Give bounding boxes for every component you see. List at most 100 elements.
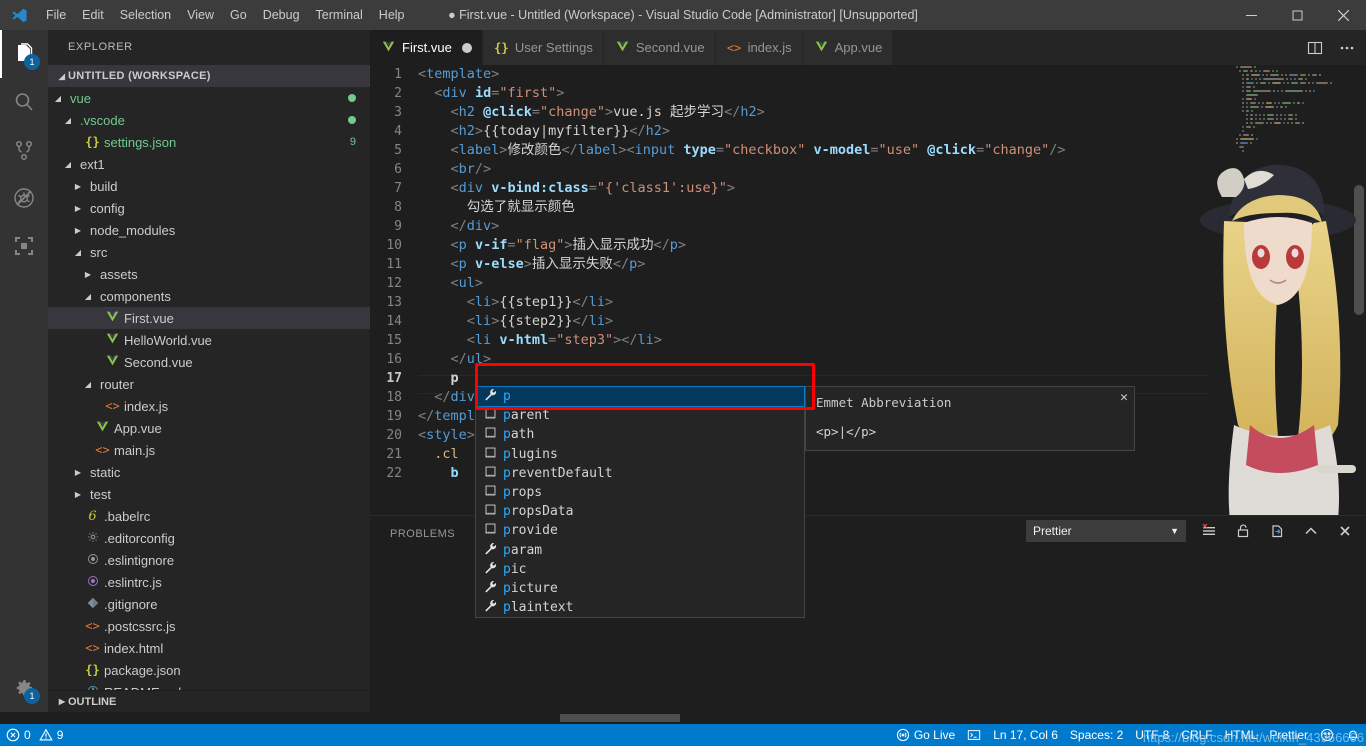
status-go-live[interactable]: Go Live [890, 724, 961, 746]
chevron-down-icon[interactable]: ◢ [62, 160, 74, 169]
scrollbar-thumb[interactable] [1354, 185, 1364, 315]
tree-item-config[interactable]: ▶ config [48, 197, 370, 219]
tree-item-vscode[interactable]: ◢ .vscode [48, 109, 370, 131]
horizontal-scrollbar-thumb[interactable] [560, 714, 680, 722]
chevron-down-icon[interactable]: ◢ [52, 94, 64, 103]
chevron-right-icon[interactable]: ▶ [72, 468, 84, 477]
lock-scroll-icon[interactable] [1232, 520, 1254, 542]
suggestion-item-props[interactable]: props [476, 483, 804, 502]
suggestion-item-param[interactable]: param [476, 541, 804, 560]
tree-item-build[interactable]: ▶ build [48, 175, 370, 197]
tree-item-package-json[interactable]: {} package.json [48, 659, 370, 681]
minimize-button[interactable] [1228, 0, 1274, 30]
tree-item-gitignore[interactable]: .gitignore [48, 593, 370, 615]
chevron-right-icon[interactable]: ▶ [72, 204, 84, 213]
editor-scrollbar[interactable] [1352, 65, 1366, 515]
suggestion-item-plugins[interactable]: plugins [476, 445, 804, 464]
tab-user-settings[interactable]: {} User Settings [482, 30, 604, 65]
suggestion-item-picture[interactable]: picture [476, 579, 804, 598]
activity-extensions[interactable] [0, 222, 48, 270]
activity-manage-settings[interactable]: 1 [0, 664, 48, 712]
tree-item-node-modules[interactable]: ▶ node_modules [48, 219, 370, 241]
chevron-down-icon[interactable]: ◢ [62, 116, 74, 125]
activity-debug[interactable] [0, 174, 48, 222]
tree-item-test[interactable]: ▶ test [48, 483, 370, 505]
menu-debug[interactable]: Debug [255, 0, 308, 30]
status-formatter[interactable]: Prettier [1263, 724, 1314, 746]
panel-tab-problems[interactable]: PROBLEMS [390, 528, 455, 540]
tree-item-assets[interactable]: ▶ assets [48, 263, 370, 285]
activity-source-control[interactable] [0, 126, 48, 174]
tab-dirty-indicator[interactable] [461, 42, 472, 53]
status-cursor-position[interactable]: Ln 17, Col 6 [987, 724, 1064, 746]
suggestion-item-pic[interactable]: pic [476, 560, 804, 579]
suggestion-item-p[interactable]: p [475, 385, 805, 408]
tree-item-helloworld-vue[interactable]: HelloWorld.vue [48, 329, 370, 351]
suggestion-item-preventdefault[interactable]: preventDefault [476, 464, 804, 483]
tree-item-index-html[interactable]: <> index.html [48, 637, 370, 659]
workspace-header[interactable]: ◢ UNTITLED (WORKSPACE) [48, 65, 370, 87]
close-icon[interactable]: ✕ [1120, 390, 1128, 405]
chevron-right-icon[interactable]: ▶ [72, 490, 84, 499]
menu-view[interactable]: View [179, 0, 222, 30]
suggestion-widget[interactable]: p parent path plugins preventDefault props pro… [475, 385, 805, 619]
status-problems[interactable]: 0 9 [0, 724, 69, 746]
tree-item-vue[interactable]: ◢ vue [48, 87, 370, 109]
chevron-right-icon[interactable]: ▶ [82, 270, 94, 279]
tree-item-ext1[interactable]: ◢ ext1 [48, 153, 370, 175]
chevron-right-icon[interactable]: ▶ [72, 226, 84, 235]
clear-output-icon[interactable] [1198, 520, 1220, 542]
output-channel-select[interactable]: Prettier ▼ [1026, 520, 1186, 542]
maximize-button[interactable] [1274, 0, 1320, 30]
tree-item-readme-md[interactable]: README.md [48, 681, 370, 690]
suggestion-item-path[interactable]: path [476, 425, 804, 444]
tree-item-components[interactable]: ◢ components [48, 285, 370, 307]
tree-item-postcssrc-js[interactable]: <> .postcssrc.js [48, 615, 370, 637]
menu-file[interactable]: File [38, 0, 74, 30]
tree-item-second-vue[interactable]: Second.vue [48, 351, 370, 373]
tree-item-app-vue[interactable]: App.vue [48, 417, 370, 439]
tab-first-vue[interactable]: First.vue [370, 30, 483, 65]
minimap[interactable] [1236, 65, 1352, 515]
close-panel-icon[interactable] [1334, 520, 1356, 542]
tab-app-vue[interactable]: App.vue [802, 30, 894, 65]
status-language-mode[interactable]: HTML [1219, 724, 1264, 746]
suggestion-item-provide[interactable]: provide [476, 521, 804, 540]
tree-item-static[interactable]: ▶ static [48, 461, 370, 483]
tree-item-first-vue[interactable]: First.vue [48, 307, 370, 329]
outline-section[interactable]: ▶ OUTLINE [48, 690, 370, 712]
chevron-down-icon[interactable]: ◢ [82, 292, 94, 301]
status-encoding[interactable]: UTF-8 [1129, 724, 1175, 746]
suggestion-item-propsdata[interactable]: propsData [476, 502, 804, 521]
menu-selection[interactable]: Selection [112, 0, 179, 30]
tree-item-babelrc[interactable]: 6 .babelrc [48, 505, 370, 527]
tree-item-eslintignore[interactable]: .eslintignore [48, 549, 370, 571]
suggestion-item-parent[interactable]: parent [476, 406, 804, 425]
tree-item-src[interactable]: ◢ src [48, 241, 370, 263]
status-eol[interactable]: CRLF [1175, 724, 1218, 746]
menu-terminal[interactable]: Terminal [308, 0, 371, 30]
status-terminal[interactable] [961, 724, 987, 746]
menu-help[interactable]: Help [371, 0, 413, 30]
tree-item-index-js[interactable]: <> index.js [48, 395, 370, 417]
status-indentation[interactable]: Spaces: 2 [1064, 724, 1129, 746]
tree-item-router[interactable]: ◢ router [48, 373, 370, 395]
suggestion-item-plaintext[interactable]: plaintext [476, 598, 804, 617]
close-button[interactable] [1320, 0, 1366, 30]
menu-edit[interactable]: Edit [74, 0, 112, 30]
more-actions-icon[interactable] [1336, 34, 1358, 62]
menu-go[interactable]: Go [222, 0, 255, 30]
maximize-panel-icon[interactable] [1300, 520, 1322, 542]
tab-second-vue[interactable]: Second.vue [603, 30, 716, 65]
status-notifications[interactable] [1340, 724, 1366, 746]
open-in-editor-icon[interactable] [1266, 520, 1288, 542]
chevron-right-icon[interactable]: ▶ [72, 182, 84, 191]
tab-index-js[interactable]: <> index.js [715, 30, 803, 65]
activity-search[interactable] [0, 78, 48, 126]
tree-item-eslintrc-js[interactable]: .eslintrc.js [48, 571, 370, 593]
tree-item-settings-json[interactable]: {} settings.json 9 [48, 131, 370, 153]
tree-item-main-js[interactable]: <> main.js [48, 439, 370, 461]
split-editor-icon[interactable] [1304, 34, 1326, 62]
activity-explorer[interactable]: 1 [0, 30, 48, 78]
status-feedback[interactable] [1314, 724, 1340, 746]
